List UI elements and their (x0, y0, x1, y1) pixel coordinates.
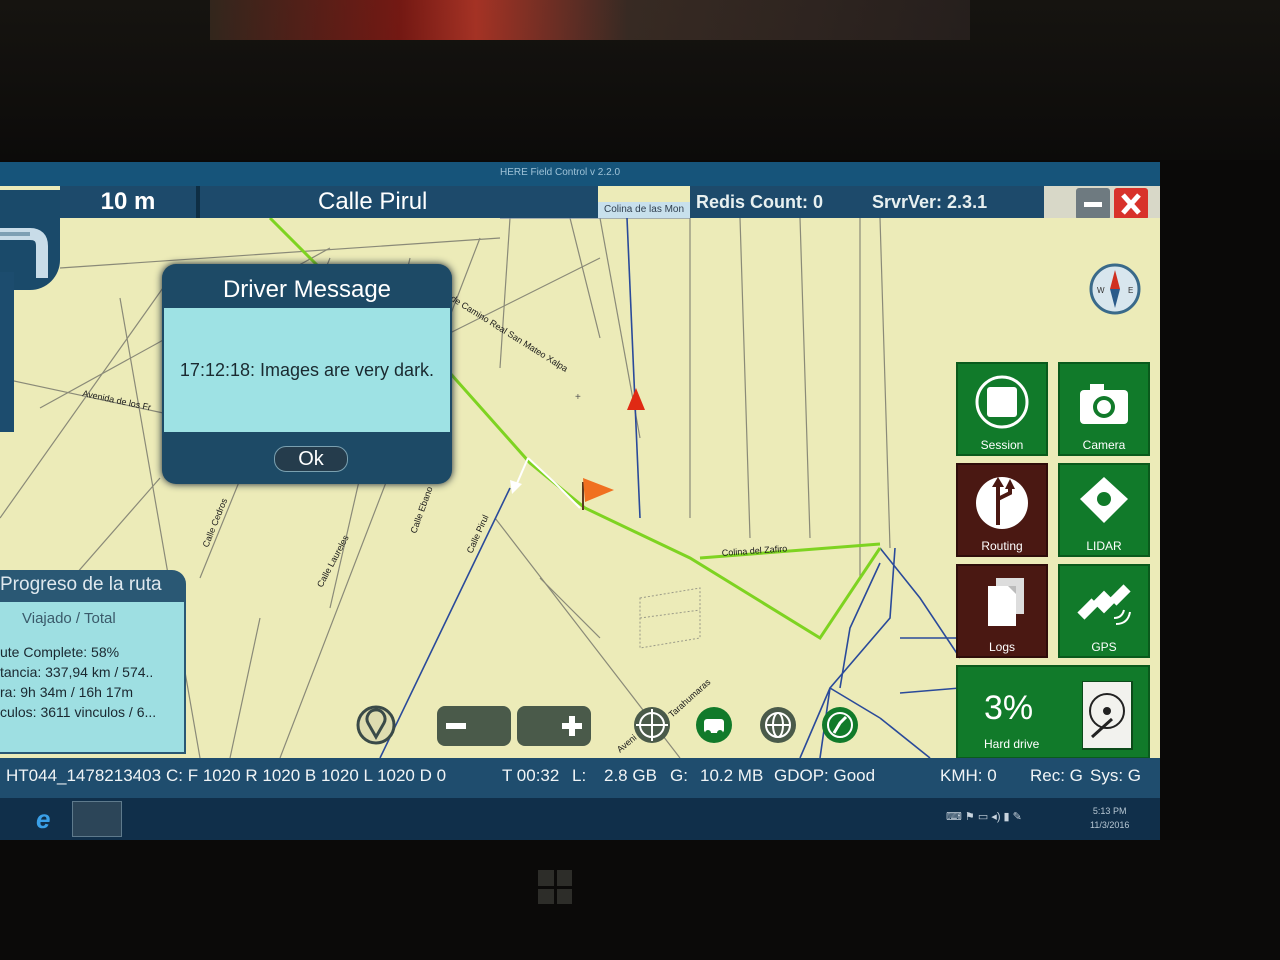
gps-label: GPS (1091, 640, 1117, 654)
zoom-in-button[interactable] (516, 705, 592, 747)
taskbar-clock[interactable]: 5:13 PM 11/3/2016 (1090, 804, 1129, 832)
monitor-bezel-bottom (0, 840, 1280, 960)
app-screen: HERE Field Control v 2.2.0 10 m Calle Pi… (0, 162, 1160, 840)
lidar-button[interactable]: LIDAR (1058, 463, 1150, 557)
routing-icon (976, 477, 1028, 529)
internet-explorer-icon[interactable]: e (36, 804, 64, 834)
globe-button[interactable] (758, 705, 798, 745)
sys-status: Sys: G (1090, 766, 1142, 785)
close-icon (1121, 193, 1141, 215)
progress-body: Viajado / Total ute Complete: 58% tancia… (0, 602, 184, 752)
window-title: HERE Field Control v 2.2.0 (500, 167, 621, 178)
camera-label: Camera (1082, 438, 1126, 452)
camera-counts: C: F 1020 R 1020 B 1020 L 1020 D 0 (166, 766, 447, 785)
status-bar: HT044_1478213403 C: F 1020 R 1020 B 1020… (0, 758, 1160, 798)
lidar-icon (1080, 477, 1128, 523)
gps-button[interactable]: GPS (1058, 564, 1150, 658)
rec-status: Rec: G (1030, 766, 1083, 785)
progress-time: ra: 9h 34m / 16h 17m (0, 684, 134, 700)
progress-subtitle: Viajado / Total (22, 610, 116, 627)
hard-drive-button[interactable]: 3% Hard drive (956, 665, 1150, 759)
reflection (210, 0, 970, 40)
minus-icon (446, 723, 466, 729)
field-control-taskbar-icon[interactable] (72, 801, 122, 837)
minimize-icon (1084, 202, 1102, 207)
window-titlebar: HERE Field Control v 2.2.0 (0, 162, 1160, 186)
session-id: HT044_1478213403 (6, 766, 162, 785)
follow-vehicle-button[interactable] (694, 705, 734, 745)
street-name: Calle Pirul (200, 186, 598, 218)
windows-logo-icon (538, 870, 572, 904)
center-map-button[interactable] (632, 705, 672, 745)
compass-icon[interactable]: W E (1088, 262, 1142, 316)
svg-text:+: + (575, 392, 581, 403)
progress-complete: ute Complete: 58% (0, 644, 120, 660)
gdop-status: GDOP: Good (774, 766, 876, 785)
redis-count: Redis Count: 0 (690, 186, 866, 218)
route-progress-panel: Progreso de la ruta Viajado / Total ute … (0, 570, 186, 754)
session-label: Session (980, 438, 1024, 452)
progress-distance: tancia: 337,94 km / 574.. (0, 664, 154, 680)
gps-size: 10.2 MB (700, 766, 764, 785)
lidar-size: 2.8 GB (604, 766, 657, 785)
svg-text:E: E (1128, 286, 1133, 295)
camera-button[interactable]: Camera (1058, 362, 1150, 456)
windows-taskbar: e ⌨ ⚑ ▭ ◂) ▮ ✎ 5:13 PM 11/3/2016 (0, 798, 1160, 840)
session-button[interactable]: Session (956, 362, 1048, 456)
satellite-icon (1077, 584, 1131, 625)
dialog-title: Driver Message (222, 276, 392, 303)
ok-button[interactable]: Ok (274, 446, 348, 472)
stop-icon (975, 375, 1029, 429)
lidar-label: LIDAR (1086, 539, 1122, 553)
dialog-message: 17:12:18: Images are very dark. (179, 360, 435, 380)
distance-readout: 10 m (60, 186, 196, 218)
logs-icon (988, 578, 1024, 626)
hard-drive-usage: 3% (984, 689, 1034, 727)
routing-button[interactable]: Routing (956, 463, 1048, 557)
close-button[interactable] (1114, 188, 1148, 220)
server-version: SrvrVer: 2.3.1 (866, 186, 1044, 218)
progress-links: culos: 3611 vinculos / 6... (0, 704, 157, 720)
logs-button[interactable]: Logs (956, 564, 1048, 658)
route-map-button[interactable] (820, 705, 860, 745)
svg-text:W: W (1097, 286, 1105, 295)
location-pin-button[interactable] (356, 705, 396, 745)
camera-icon (1080, 384, 1128, 424)
speed-readout: KMH: 0 (940, 766, 997, 785)
driver-message-dialog: Driver Message 17:12:18: Images are very… (162, 264, 452, 484)
system-tray[interactable]: ⌨ ⚑ ▭ ◂) ▮ ✎ (946, 810, 1086, 828)
routing-label: Routing (981, 539, 1023, 553)
gps-size-label: G: (670, 766, 688, 785)
session-time: T 00:32 (502, 766, 560, 785)
hard-drive-label: Hard drive (984, 737, 1040, 751)
progress-title: Progreso de la ruta (0, 574, 162, 595)
lidar-label: L: (572, 766, 587, 785)
logs-label: Logs (988, 640, 1016, 654)
clock-time: 5:13 PM (1092, 806, 1127, 816)
left-panel-tabs[interactable] (0, 272, 14, 432)
zoom-out-button[interactable] (436, 705, 512, 747)
cross-street: Colina de las Mon (598, 202, 690, 218)
hard-drive-icon (1082, 681, 1133, 750)
dialog-body: 17:12:18: Images are very dark. (164, 308, 450, 432)
clock-date: 11/3/2016 (1090, 820, 1130, 830)
minimize-button[interactable] (1076, 188, 1110, 220)
monitor-bezel-top (0, 0, 1280, 160)
